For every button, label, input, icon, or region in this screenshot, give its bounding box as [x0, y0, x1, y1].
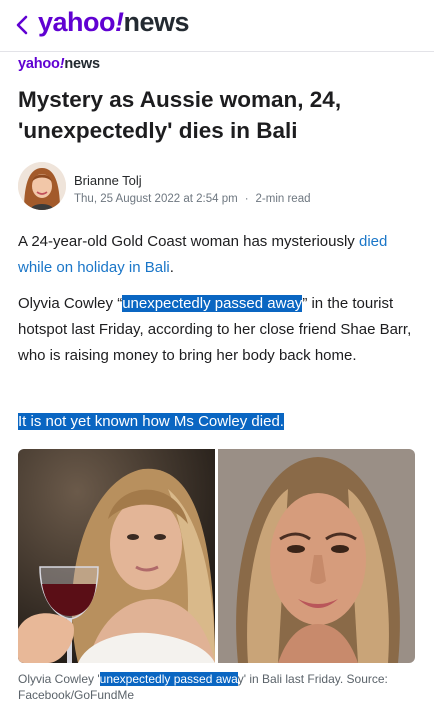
photo-right-image	[218, 449, 415, 663]
back-button[interactable]	[8, 10, 36, 40]
highlighted-text: unexpectedly passed away	[122, 295, 303, 312]
article-photos[interactable]	[18, 449, 415, 663]
photo-left-image	[18, 449, 215, 663]
read-time: 2-min read	[255, 193, 311, 205]
publish-date: Thu, 25 August 2022 at 2:54 pm	[74, 193, 238, 205]
meta-separator: ·	[244, 193, 249, 205]
paragraph-3: It is not yet known how Ms Cowley died.	[18, 409, 418, 435]
byline: Brianne Tolj Thu, 25 August 2022 at 2:54…	[18, 162, 418, 214]
author-name[interactable]: Brianne Tolj	[74, 173, 142, 188]
paragraph-2: Olyvia Cowley “unexpectedly passed away”…	[18, 295, 412, 364]
author-photo	[18, 162, 66, 210]
article-meta: Thu, 25 August 2022 at 2:54 pm · 2-min rea…	[74, 193, 311, 205]
yahoo-news-logo[interactable]: yahoo!news	[38, 7, 190, 38]
publisher-logo[interactable]: yahoo!news	[18, 56, 100, 72]
photo-portrait[interactable]	[218, 449, 415, 663]
author-avatar[interactable]	[18, 162, 66, 210]
chevron-left-icon	[16, 15, 28, 35]
top-navigation-bar: yahoo!news	[0, 0, 434, 52]
photo-wine-glass[interactable]	[18, 449, 215, 663]
paragraph-1: A 24-year-old Gold Coast woman has myste…	[18, 233, 388, 276]
highlighted-text: unexpectedly passed awa	[99, 672, 238, 686]
article-headline: Mystery as Aussie woman, 24, 'unexpected…	[18, 87, 342, 143]
photo-caption: Olyvia Cowley 'unexpectedly passed away'…	[18, 672, 388, 702]
highlighted-text: It is not yet known how Ms Cowley died.	[18, 413, 284, 430]
